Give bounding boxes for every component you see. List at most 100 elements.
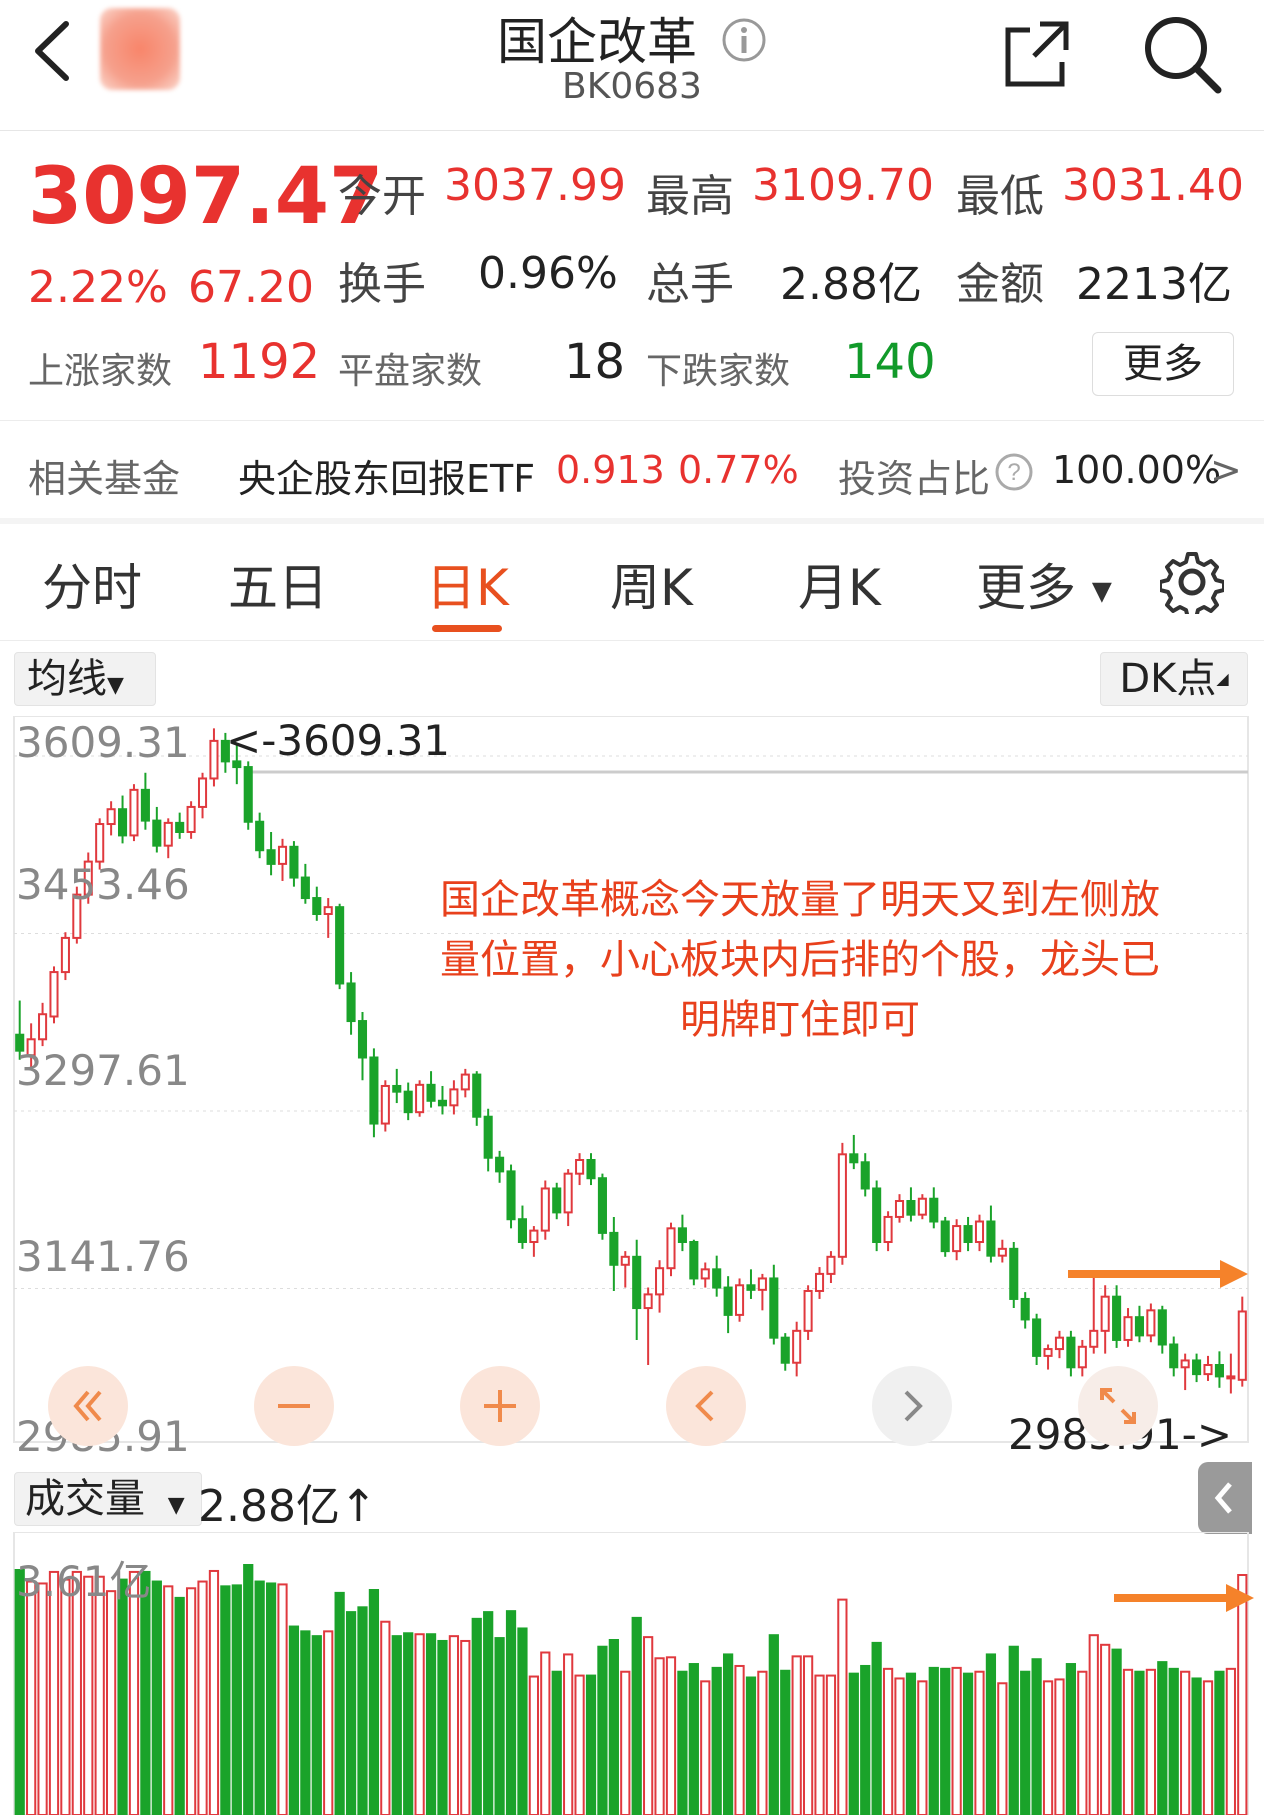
candle-body — [1066, 1336, 1076, 1369]
candle-body — [1020, 1297, 1030, 1321]
candle-body — [1157, 1309, 1167, 1346]
candle-body — [803, 1289, 813, 1332]
volume-bar — [208, 1569, 220, 1815]
candle-body — [209, 739, 219, 780]
volume-reading-value: 2.88亿 — [198, 1481, 340, 1532]
y-tick-label: 3453.46 — [16, 860, 190, 909]
tab-weekly-k[interactable]: 周K — [610, 548, 693, 620]
candle-body — [323, 906, 333, 915]
volume-chart[interactable] — [0, 1532, 1264, 1815]
tab-five-day[interactable]: 五日 — [228, 548, 328, 620]
high-label: 最高 — [646, 171, 734, 222]
help-icon[interactable]: ? — [994, 452, 1034, 492]
more-button[interactable]: 更多 — [1092, 332, 1234, 396]
share-icon[interactable] — [1000, 16, 1076, 92]
candle-body — [849, 1153, 859, 1164]
volume-bar — [517, 1627, 528, 1815]
volume-bar — [940, 1667, 951, 1815]
candle-body — [974, 1220, 985, 1244]
volume-bar — [37, 1582, 48, 1815]
candle-body — [757, 1277, 767, 1291]
candle-body — [1054, 1336, 1065, 1351]
y-tick-label: 3609.31 — [16, 718, 190, 767]
candle-body — [49, 971, 59, 1018]
volume-bar — [860, 1664, 871, 1815]
candle-body — [1032, 1318, 1042, 1357]
caret-down-icon: ▼ — [1091, 576, 1112, 607]
volume-bar — [1168, 1667, 1179, 1815]
volume-bar — [1122, 1668, 1134, 1815]
candle-body — [255, 820, 265, 852]
volume-bar — [551, 1670, 562, 1815]
volume-bar — [1134, 1670, 1145, 1815]
volume-bar — [814, 1674, 825, 1815]
fund-arrow[interactable]: > — [1210, 448, 1242, 492]
dk-label: DK点 — [1119, 656, 1217, 702]
tab-intraday[interactable]: 分时 — [42, 548, 142, 620]
volume-bar — [837, 1598, 848, 1815]
candle-body — [1123, 1316, 1133, 1341]
ma-selector[interactable]: 均线▼ — [14, 652, 156, 706]
candle-body — [929, 1197, 939, 1223]
zoom-out-button[interactable] — [254, 1366, 334, 1446]
candle-body — [712, 1268, 722, 1289]
volume-bar — [631, 1616, 642, 1815]
volume-bar — [757, 1670, 768, 1815]
volume-bar — [1077, 1670, 1088, 1815]
candle-body — [735, 1284, 745, 1316]
page-title: 国企改革 — [497, 13, 698, 71]
settings-icon[interactable] — [1158, 550, 1226, 620]
zoom-in-button[interactable] — [460, 1366, 540, 1446]
candle-body — [814, 1272, 825, 1292]
candle-body — [792, 1329, 802, 1364]
candle-body — [369, 1056, 379, 1125]
fund-name[interactable]: 央企股东回报ETF — [238, 448, 535, 503]
tab-more[interactable]: 更多 ▼ — [976, 548, 1112, 620]
candle-body — [575, 1159, 585, 1175]
candle-body — [666, 1227, 676, 1270]
volume-bar — [563, 1653, 574, 1815]
volume-bar — [345, 1611, 357, 1815]
candle-body — [277, 845, 288, 865]
volume-bar — [997, 1682, 1008, 1815]
candle-body — [723, 1286, 733, 1316]
candle-body — [1089, 1329, 1099, 1348]
candle-body — [563, 1172, 573, 1214]
fullscreen-button[interactable] — [1078, 1366, 1158, 1446]
candle-body — [415, 1083, 425, 1114]
candle-body — [1043, 1348, 1053, 1357]
volume-bar — [231, 1584, 242, 1815]
candle-body — [426, 1083, 436, 1102]
prev-button[interactable] — [666, 1366, 746, 1446]
collapse-panel-button[interactable] — [1198, 1462, 1252, 1534]
tab-daily-k[interactable]: 日K — [426, 548, 509, 620]
candle-body — [1192, 1359, 1202, 1376]
candle-body — [38, 1013, 48, 1041]
volume-bar — [185, 1587, 197, 1815]
candle-body — [495, 1156, 505, 1173]
tab-monthly-k[interactable]: 月K — [798, 548, 881, 620]
jump-start-button[interactable] — [48, 1366, 128, 1446]
candle-body — [632, 1255, 642, 1310]
candle-body — [963, 1225, 973, 1244]
dk-point-button[interactable]: DK点◢ — [1100, 652, 1248, 706]
indicator-selector[interactable]: 成交量 ▼ — [14, 1472, 202, 1526]
change-abs: 67.20 — [188, 262, 314, 313]
candle-body — [175, 821, 185, 833]
tab-more-label: 更多 — [976, 559, 1076, 617]
next-button[interactable] — [872, 1366, 952, 1446]
annotation-text: 国企改革概念今天放量了明天又到左侧放量位置，小心板块内后排的个股，龙头已明牌盯住… — [440, 877, 1160, 1043]
volume-bar — [802, 1655, 814, 1815]
volume-bar — [882, 1667, 894, 1815]
candle-body — [540, 1187, 550, 1232]
volume-bar — [1180, 1670, 1191, 1815]
volume-bar — [83, 1575, 94, 1815]
volume-bar — [597, 1645, 608, 1815]
search-icon[interactable] — [1140, 12, 1224, 96]
corner-triangle-icon: ◢ — [1216, 669, 1229, 688]
caret-down-icon: ▼ — [107, 673, 124, 698]
volume-bar — [825, 1674, 837, 1815]
volume-bar — [905, 1672, 917, 1815]
candle-body — [517, 1218, 527, 1244]
volume-bar — [585, 1674, 597, 1815]
